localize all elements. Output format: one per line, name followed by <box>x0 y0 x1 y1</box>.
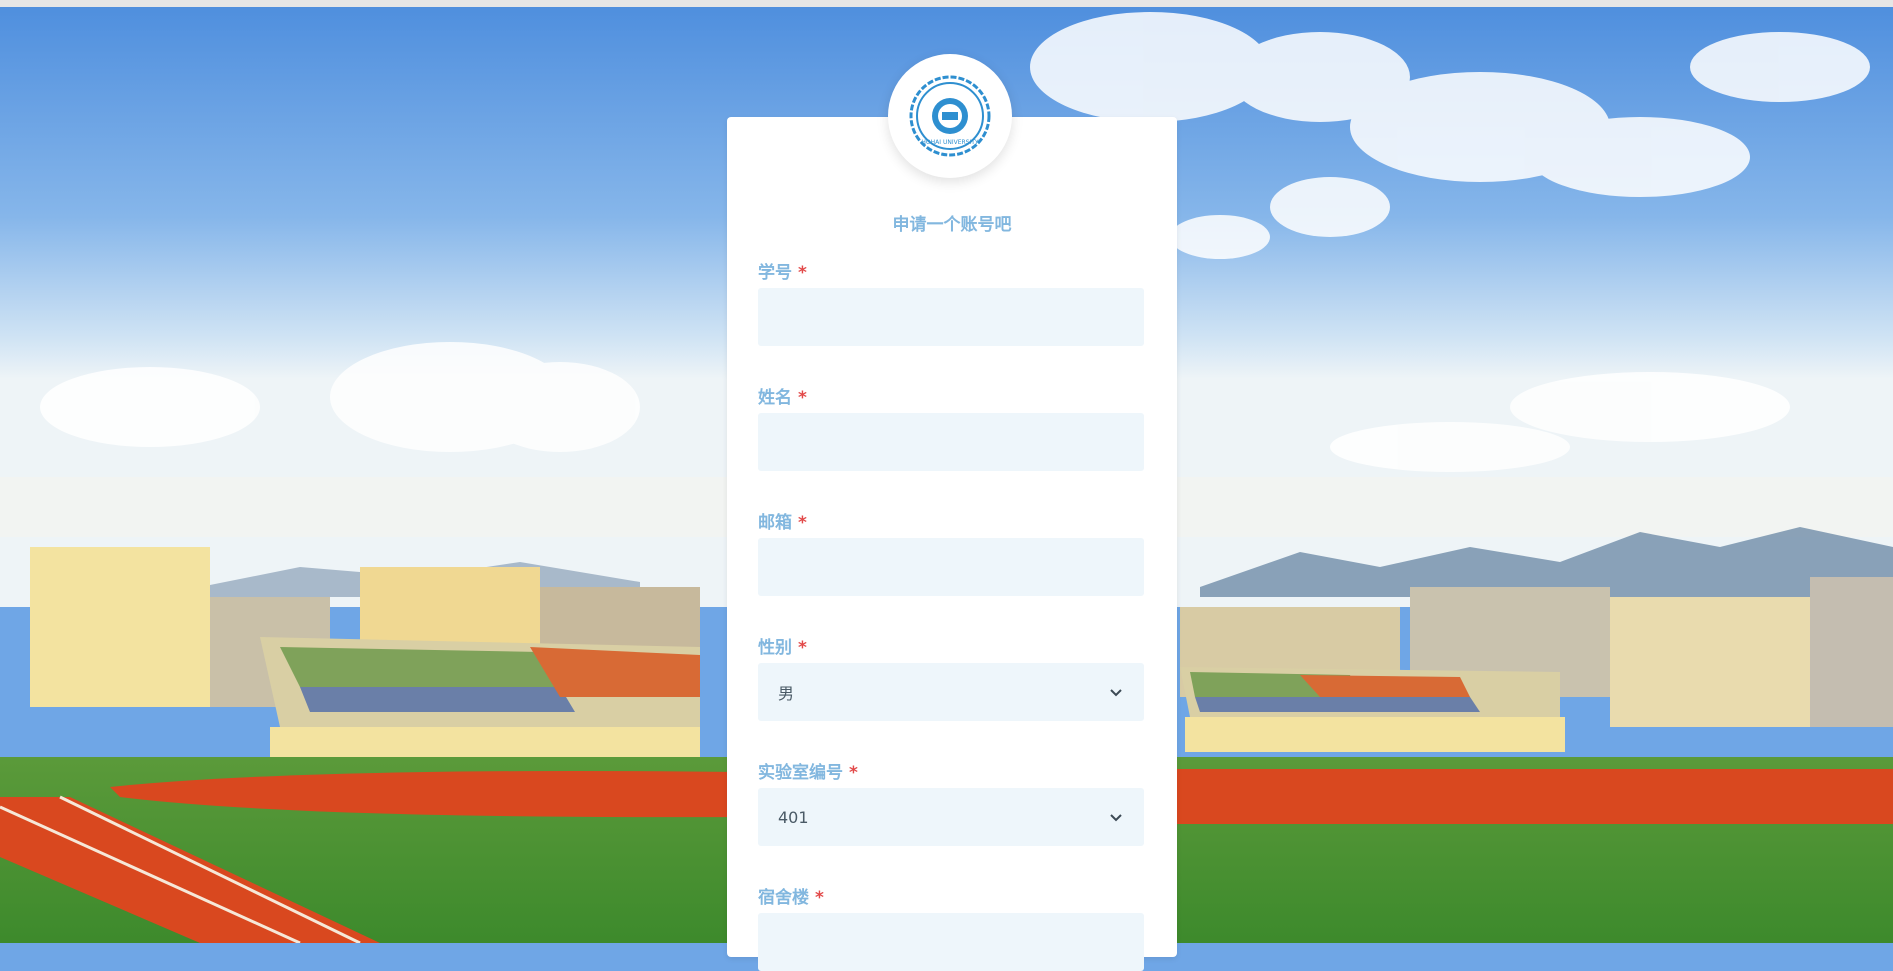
required-marker: * <box>849 763 858 783</box>
student-id-label-text: 学号 <box>758 263 792 283</box>
lab-number-selected-value: 401 <box>778 807 809 827</box>
logo-badge: HOHAI UNIVERSITY <box>888 54 1012 178</box>
gender-label: 性别 * <box>758 633 807 658</box>
required-marker: * <box>798 638 807 658</box>
seal-text: HOHAI UNIVERSITY <box>921 139 978 146</box>
dorm-label-text: 宿舍楼 <box>758 888 809 908</box>
browser-top-border <box>0 0 1893 7</box>
required-marker: * <box>815 888 824 908</box>
name-label-text: 姓名 <box>758 388 792 408</box>
name-label: 姓名 * <box>758 383 807 408</box>
lab-number-label-text: 实验室编号 <box>758 763 843 783</box>
gender-selected-value: 男 <box>778 684 795 703</box>
card-heading: 申请一个账号吧 <box>892 215 1012 235</box>
required-marker: * <box>798 388 807 408</box>
lab-number-select[interactable]: 401 <box>758 788 1144 846</box>
gender-label-text: 性别 <box>758 638 792 658</box>
student-id-input[interactable] <box>758 288 1144 346</box>
student-id-label: 学号 * <box>758 258 807 283</box>
chevron-down-icon <box>1110 689 1122 697</box>
chevron-down-icon <box>1110 814 1122 822</box>
email-input[interactable] <box>758 538 1144 596</box>
dorm-label: 宿舍楼 * <box>758 883 824 908</box>
email-label-text: 邮箱 <box>758 513 792 533</box>
name-input[interactable] <box>758 413 1144 471</box>
lab-number-label: 实验室编号 * <box>758 758 858 783</box>
university-seal-icon: HOHAI UNIVERSITY <box>909 75 991 157</box>
email-label: 邮箱 * <box>758 508 807 533</box>
required-marker: * <box>798 263 807 283</box>
gender-select[interactable]: 男 <box>758 663 1144 721</box>
dorm-select[interactable] <box>758 913 1144 971</box>
required-marker: * <box>798 513 807 533</box>
